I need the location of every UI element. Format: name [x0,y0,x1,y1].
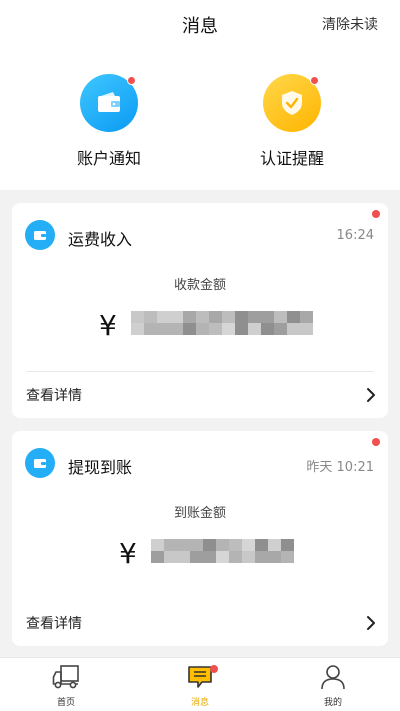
mosaic-pixel [144,323,157,335]
mosaic-pixel [248,311,261,323]
category-icon-bg [80,74,138,132]
mosaic-pixel [274,323,287,335]
mosaic-pixel [281,551,294,563]
chevron-right-icon[interactable] [366,387,376,403]
mosaic-pixel [255,539,268,551]
amount-label: 到账金额 [173,506,226,521]
mosaic-pixel [190,539,203,551]
tab-profile[interactable]: 我的 [283,658,383,711]
unread-dot [372,210,380,218]
user-icon [321,665,345,690]
tab-label: 首页 [56,698,75,708]
tab-label: 我的 [323,698,342,708]
mosaic-pixel [281,539,294,551]
mosaic-pixel [274,311,287,323]
mosaic-pixel [300,311,313,323]
mosaic-pixel [235,323,248,335]
category-label: 认证提醒 [259,149,324,168]
tab-bar: 首页 消息 我的 [0,657,400,711]
category-icon-bg [263,74,321,132]
amount-label: 收款金额 [173,278,226,293]
mosaic-pixel [287,311,300,323]
mosaic-pixel [157,323,170,335]
divider [26,371,374,372]
mosaic-pixel [255,551,268,563]
mosaic-pixel [242,551,255,563]
mosaic-pixel [203,539,216,551]
tab-messages[interactable]: 消息 [150,658,250,711]
top-panel: 消息 清除未读 账户通知 认证提醒 [0,0,400,190]
currency-symbol: ¥ [99,309,117,342]
view-details-link[interactable]: 查看详情 [26,613,82,633]
tab-home[interactable]: 首页 [16,658,116,711]
message-title: 运费收入 [68,230,133,249]
mosaic-pixel [151,551,164,563]
mosaic-pixel [300,323,313,335]
mosaic-pixel [183,323,196,335]
truck-icon [52,665,79,689]
chevron-right-icon[interactable] [366,615,376,631]
mosaic-pixel [235,311,248,323]
message-type-icon-bg [25,448,55,478]
unread-dot [372,438,380,446]
wallet-icon [98,92,120,112]
mosaic-pixel [131,311,144,323]
mosaic-pixel [131,323,144,335]
mosaic-pixel [216,539,229,551]
mosaic-pixel [183,311,196,323]
shield-check-icon [282,91,302,115]
message-time: 昨天 10:21 [306,460,374,475]
header: 消息 清除未读 [0,0,400,46]
mosaic-pixel [222,311,235,323]
wallet-icon [34,459,46,468]
mosaic-pixel [177,551,190,563]
mosaic-pixel [203,551,216,563]
mosaic-pixel [261,311,274,323]
mosaic-pixel [157,311,170,323]
message-card[interactable]: 提现到账 昨天 10:21 到账金额 ¥ 查看详情 [12,431,388,646]
tab-label: 消息 [190,698,209,708]
mosaic-pixel [209,311,222,323]
mosaic-pixel [229,551,242,563]
mosaic-pixel [222,323,235,335]
unread-dot [310,76,319,85]
mosaic-pixel [261,323,274,335]
mosaic-pixel [216,551,229,563]
category-account-notice[interactable]: 账户通知 [39,74,179,169]
mosaic-pixel [248,323,261,335]
clear-unread-button[interactable]: 清除未读 [322,14,378,34]
mosaic-pixel [177,539,190,551]
mosaic-pixel [190,551,203,563]
view-details-link[interactable]: 查看详情 [26,385,82,405]
message-card[interactable]: 运费收入 16:24 收款金额 ¥ 查看详情 [12,203,388,418]
mosaic-pixel [170,311,183,323]
mosaic-pixel [164,539,177,551]
wallet-icon [34,231,46,240]
mosaic-pixel [170,323,183,335]
category-verify-remind[interactable]: 认证提醒 [222,74,362,169]
mosaic-pixel [196,311,209,323]
unread-dot [210,665,218,673]
mosaic-pixel [209,323,222,335]
mosaic-pixel [144,311,157,323]
mosaic-pixel [164,551,177,563]
mosaic-pixel [229,539,242,551]
mosaic-pixel [268,539,281,551]
currency-symbol: ¥ [119,537,137,570]
message-type-icon-bg [25,220,55,250]
mosaic-pixel [196,323,209,335]
category-label: 账户通知 [76,149,141,168]
mosaic-pixel [151,539,164,551]
message-title: 提现到账 [68,458,133,477]
unread-dot [127,76,136,85]
mosaic-pixel [287,323,300,335]
mosaic-pixel [268,551,281,563]
mosaic-pixel [242,539,255,551]
message-time: 16:24 [336,228,374,243]
